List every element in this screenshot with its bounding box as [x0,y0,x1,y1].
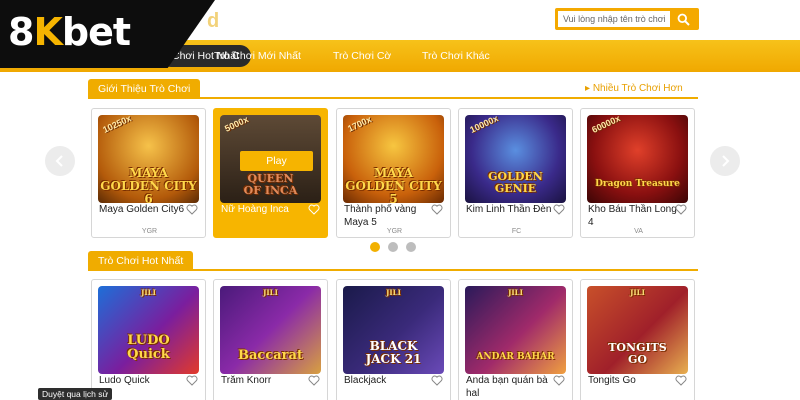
game-title: Maya Golden City6 [99,204,185,215]
provider-label: FC [511,228,522,235]
multiplier-badge: 5000x [223,115,250,134]
game-art-title: LUDO Quick [127,333,170,362]
game-thumbnail[interactable]: 60000x Dragon Treasure [587,115,688,203]
game-title: Anda bạn quán bà hal [466,375,548,399]
provider-badge: JILI [263,288,278,297]
play-button[interactable]: Play [240,151,313,171]
game-art-title: MAYA GOLDEN CITY 5 [345,166,442,204]
game-thumbnail[interactable]: 1700x MAYA GOLDEN CITY 5 [343,115,444,203]
history-tooltip: Duyệt qua lịch sử [38,388,113,400]
provider-badge: JILI [508,288,523,297]
heart-icon[interactable] [553,375,565,386]
heart-icon[interactable] [308,375,320,386]
heart-icon[interactable] [308,204,320,215]
game-card[interactable]: 10250x MAYA GOLDEN CITY 6 Maya Golden Ci… [91,108,206,238]
game-card[interactable]: JILI ANDAR BAHAR Anda bạn quán bà hal [458,279,573,400]
game-art-title: TONGITS GO [608,341,667,366]
game-art-title: Baccarat [238,348,303,363]
carousel-dot-active[interactable] [370,242,380,252]
multiplier-badge: 10000x [468,115,500,135]
carousel-dot[interactable] [406,242,416,252]
game-card[interactable]: 1700x MAYA GOLDEN CITY 5 Thành phố vàng … [336,108,451,238]
heart-icon[interactable] [675,204,687,215]
section-divider [88,269,698,271]
search-box [555,8,699,30]
game-thumbnail[interactable]: JILI Baccarat [220,286,321,374]
game-card[interactable]: 60000x Dragon Treasure Kho Báu Thần Long… [580,108,695,238]
game-art-title: MAYA GOLDEN CITY 6 [100,166,197,204]
game-thumbnail[interactable]: JILI LUDO Quick [98,286,199,374]
game-title: Kim Linh Thần Đèn [466,204,552,215]
heart-icon[interactable] [431,204,443,215]
multiplier-badge: 1700x [346,115,373,134]
game-art-title: QUEEN OF INCA [243,172,298,197]
game-art-title: GOLDEN GENIE [488,170,543,195]
game-title: Kho Báu Thần Long 4 [588,204,677,228]
game-title: Ludo Quick [99,375,150,386]
game-title: Trăm Knorr [221,375,272,386]
game-title: Blackjack [344,375,387,386]
logo-word: bet [61,10,131,54]
search-input[interactable] [558,11,670,27]
game-card[interactable]: JILI Baccarat Trăm Knorr [213,279,328,400]
game-title: Nữ Hoàng Inca [221,204,289,215]
game-art-title: Dragon Treasure [595,179,680,189]
search-button[interactable] [670,11,696,27]
provider-badge: JILI [630,288,645,297]
provider-label: YGR [141,228,158,235]
game-art-title: ANDAR BAHAR [476,352,555,362]
chevron-left-icon [55,155,63,167]
game-thumbnail[interactable]: 10250x MAYA GOLDEN CITY 6 [98,115,199,203]
heart-icon[interactable] [675,375,687,386]
game-art-title: BLACK JACK 21 [365,339,422,366]
heart-icon[interactable] [186,204,198,215]
tab-board-games[interactable]: Trò Chơi Cờ [333,45,391,67]
logo[interactable]: 8Kbet [8,10,131,54]
game-title: Tongits Go [588,375,636,386]
section-title-intro: Giới Thiệu Trò Chơi [88,79,201,99]
game-thumbnail[interactable]: JILI BLACK JACK 21 [343,286,444,374]
game-card[interactable]: 10000x GOLDEN GENIE Kim Linh Thần Đèn FC [458,108,573,238]
multiplier-badge: 10250x [101,115,133,135]
provider-label: YGR [386,228,403,235]
section-divider [88,97,698,99]
heart-icon[interactable] [553,204,565,215]
carousel-next-button[interactable] [710,146,740,176]
game-thumbnail[interactable]: JILI ANDAR BAHAR [465,286,566,374]
section-title-hot: Trò Chơi Hot Nhất [88,251,194,271]
tab-other-games[interactable]: Trò Chơi Khác [422,45,490,67]
arrow-right-icon: ▸ [585,83,593,94]
game-card[interactable]: JILI BLACK JACK 21 Blackjack [336,279,451,400]
tab-newest-games[interactable]: Trò Chơi Mới Nhất [214,45,301,67]
game-card[interactable]: 5000x QUEEN OF INCA Play Nữ Hoàng Inca [213,108,328,238]
carousel-prev-button[interactable] [45,146,75,176]
logo-digit: 8 [8,10,34,54]
logo-k: K [33,10,62,54]
more-games-label: Nhiều Trò Chơi Hơn [592,83,683,94]
heart-icon[interactable] [186,375,198,386]
brand-text-fragment: d [207,10,220,32]
game-thumbnail[interactable]: JILI TONGITS GO [587,286,688,374]
more-games-link[interactable]: ▸ Nhiều Trò Chơi Hơn [585,83,683,94]
provider-badge: JILI [386,288,401,297]
chevron-right-icon [722,155,730,167]
search-icon [677,13,690,26]
provider-label: VA [634,228,643,235]
heart-icon[interactable] [431,375,443,386]
game-card[interactable]: JILI TONGITS GO Tongits Go [580,279,695,400]
game-thumbnail[interactable]: 10000x GOLDEN GENIE [465,115,566,203]
game-card[interactable]: JILI LUDO Quick Ludo Quick [91,279,206,400]
game-thumbnail[interactable]: 5000x QUEEN OF INCA Play [220,115,321,203]
game-title: Thành phố vàng Maya 5 [344,204,417,228]
carousel-dot[interactable] [388,242,398,252]
provider-badge: JILI [141,288,156,297]
multiplier-badge: 60000x [590,115,622,135]
